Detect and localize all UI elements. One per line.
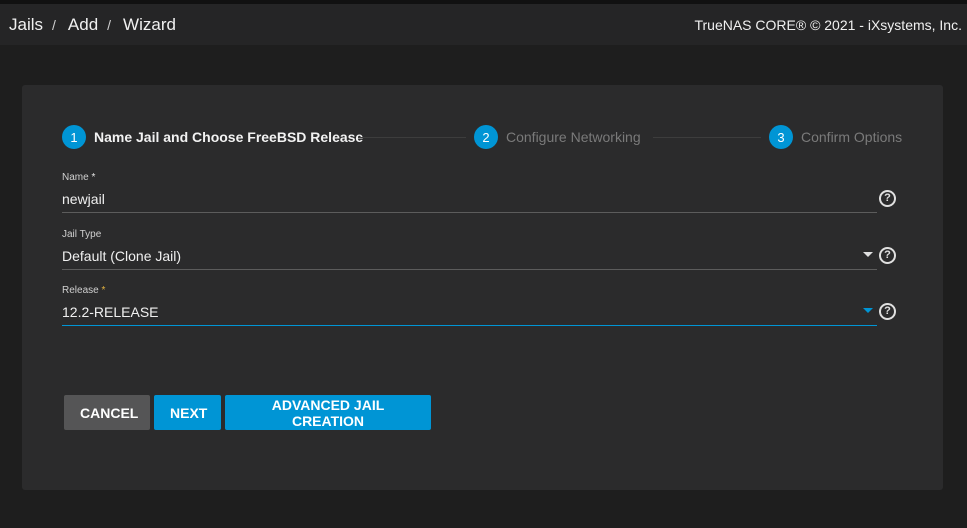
release-underline [62,325,877,326]
step-name-jail[interactable]: 1 Name Jail and Choose FreeBSD Release [62,125,363,149]
name-field: Name * [62,172,877,213]
jail-type-select[interactable]: Default (Clone Jail) [62,246,877,266]
breadcrumb-separator: / [52,16,56,33]
name-field-label: Name * [62,172,877,183]
step-number-badge: 3 [769,125,793,149]
release-select[interactable]: 12.2-RELEASE [62,302,877,322]
jail-type-field: Jail Type Default (Clone Jail) [62,229,877,270]
advanced-jail-creation-button[interactable]: ADVANCED JAIL CREATION [225,395,431,430]
wizard-stepper: 1 Name Jail and Choose FreeBSD Release 2… [22,85,943,185]
required-mark: * [101,285,106,296]
dropdown-caret-icon[interactable] [863,252,873,257]
step-number-badge: 2 [474,125,498,149]
breadcrumb: Jails / Add / Wizard [9,15,176,35]
step-connector [358,137,466,138]
jail-type-underline [62,269,877,270]
step-label: Confirm Options [801,129,903,145]
name-input[interactable] [62,189,877,209]
wizard-actions: CANCEL NEXT ADVANCED JAIL CREATION [64,395,435,430]
name-label-text: Name [62,172,89,183]
breadcrumb-add[interactable]: Add [68,15,98,35]
breadcrumb-separator: / [107,16,112,33]
page-header: Jails / Add / Wizard TrueNAS CORE® © 202… [0,4,967,45]
step-configure-networking[interactable]: 2 Configure Networking [474,125,641,149]
jail-type-label: Jail Type [62,229,102,240]
cancel-button[interactable]: CANCEL [64,395,150,430]
breadcrumb-wizard: Wizard [123,14,176,34]
release-field-label: Release * [62,285,877,296]
copyright-text: TrueNAS CORE® © 2021 - iXsystems, Inc. [694,16,962,33]
step-label: Configure Networking [506,129,641,145]
step-number-badge: 1 [62,125,86,149]
name-underline [62,212,877,213]
required-mark: * [91,172,96,183]
breadcrumb-jails[interactable]: Jails [9,15,43,35]
step-confirm-options[interactable]: 3 Confirm Options [769,125,902,149]
next-button[interactable]: NEXT [154,395,221,430]
help-circle-icon[interactable]: ? [879,303,896,320]
release-field: Release * 12.2-RELEASE [62,285,877,326]
step-label: Name Jail and Choose FreeBSD Release [94,129,364,145]
help-circle-icon[interactable]: ? [879,247,896,264]
help-circle-icon[interactable]: ? [879,190,896,207]
step-connector [653,137,761,138]
wizard-card: 1 Name Jail and Choose FreeBSD Release 2… [22,85,943,490]
dropdown-caret-icon[interactable] [863,308,873,313]
release-label-text: Release [62,285,99,296]
